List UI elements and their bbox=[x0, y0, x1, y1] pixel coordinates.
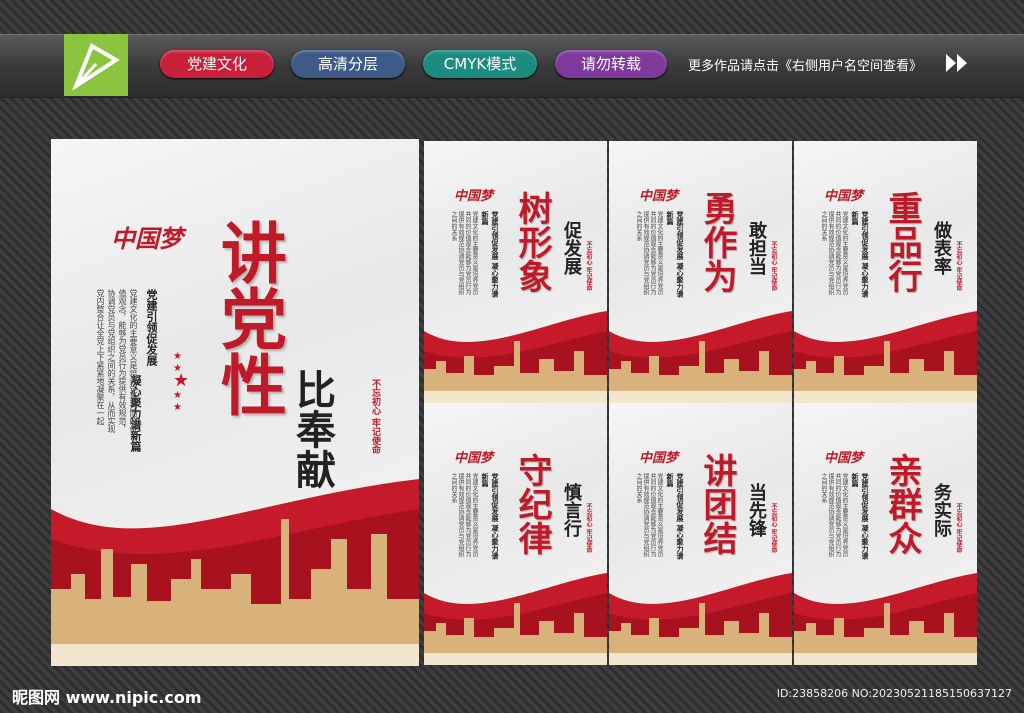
stamp-text: 不忘初心 牢记使命 bbox=[585, 241, 592, 292]
stamp-text: 不忘初心 牢记使命 bbox=[770, 241, 777, 292]
stamp-text: 不忘初心 牢记使命 bbox=[955, 241, 962, 292]
red-wave-skyline bbox=[424, 573, 607, 665]
stamp-text: 不忘初心 牢记使命 bbox=[370, 379, 380, 455]
red-wave-skyline bbox=[794, 311, 977, 403]
poster-title: 守纪律 bbox=[512, 453, 552, 555]
stamp-text: 不忘初心 牢记使命 bbox=[585, 503, 592, 554]
tag-cmyk[interactable]: CMYK模式 bbox=[423, 50, 537, 78]
stamp-text: 不忘初心 牢记使命 bbox=[955, 503, 962, 554]
logo bbox=[64, 34, 128, 96]
pen-icon bbox=[72, 43, 120, 90]
red-wave-skyline bbox=[609, 311, 792, 403]
double-arrow-icon[interactable] bbox=[944, 52, 970, 74]
poster-subtitle: 当先锋 bbox=[746, 483, 767, 537]
brand-mark: 中国梦 bbox=[111, 224, 183, 253]
body-paragraph: 党建文化的主要意义是培养党员共同的价值观念，能够为党员行为提供有效规范，协调党员… bbox=[96, 289, 138, 433]
poster-subtitle: 务实际 bbox=[931, 483, 952, 537]
brand-mark: 中国梦 bbox=[824, 189, 864, 204]
tag-dangjian[interactable]: 党建文化 bbox=[160, 50, 274, 78]
body-paragraph: 党建文化的主要意义是培养党员共同的价值观念能够为党员行为提供有效规范协调党员与党… bbox=[450, 473, 478, 557]
brand-mark: 中国梦 bbox=[824, 451, 864, 466]
brand-mark: 中国梦 bbox=[639, 451, 679, 466]
small-poster-5: 中国梦党建文化的主要意义是培养党员共同的价值观念能够为党员行为提供有效规范协调党… bbox=[609, 403, 792, 665]
poster-title: 讲团结 bbox=[697, 453, 737, 555]
poster-title: 重品行 bbox=[882, 191, 922, 293]
small-poster-4: 中国梦党建文化的主要意义是培养党员共同的价值观念能够为党员行为提供有效规范协调党… bbox=[424, 403, 607, 665]
small-poster-3: 中国梦党建文化的主要意义是培养党员共同的价值观念能够为党员行为提供有效规范协调党… bbox=[794, 141, 977, 403]
brand-mark: 中国梦 bbox=[639, 189, 679, 204]
poster-title: 亲群众 bbox=[882, 453, 922, 555]
poster-subtitle-small: 党建引领促发展 凝心聚力谱新篇 bbox=[851, 211, 870, 298]
body-paragraph: 党建文化的主要意义是培养党员共同的价值观念能够为党员行为提供有效规范协调党员与党… bbox=[635, 211, 663, 295]
poster-subtitle-small: 党建引领促发展 凝心聚力谱新篇 bbox=[666, 473, 685, 560]
small-poster-6: 中国梦党建文化的主要意义是培养党员共同的价值观念能够为党员行为提供有效规范协调党… bbox=[794, 403, 977, 665]
poster-title: 勇作为 bbox=[697, 191, 737, 293]
poster-title: 树形象 bbox=[512, 191, 552, 293]
brand-mark: 中国梦 bbox=[454, 189, 494, 204]
poster-subtitle: 敢担当 bbox=[746, 221, 767, 275]
tag-no-repost[interactable]: 请勿转载 bbox=[555, 50, 667, 78]
body-paragraph: 党建文化的主要意义是培养党员共同的价值观念能够为党员行为提供有效规范协调党员与党… bbox=[820, 211, 848, 295]
poster-subtitle: 慎言行 bbox=[561, 483, 582, 537]
body-paragraph: 党建文化的主要意义是培养党员共同的价值观念能够为党员行为提供有效规范协调党员与党… bbox=[450, 211, 478, 295]
poster-subtitle-small: 党建引领促发展 凝心聚力谱新篇 bbox=[851, 473, 870, 560]
poster-subtitle: 做表率 bbox=[931, 221, 952, 275]
red-wave-skyline bbox=[609, 573, 792, 665]
star-icons: ★ ★ ★ ★ ★ bbox=[173, 351, 190, 413]
more-works-link[interactable]: 更多作品请点击《右侧用户名空间查看》 bbox=[688, 55, 922, 74]
main-subtitle: 比奉献 bbox=[289, 369, 336, 489]
body-paragraph: 党建文化的主要意义是培养党员共同的价值观念能够为党员行为提供有效规范协调党员与党… bbox=[635, 473, 663, 557]
red-wave-skyline bbox=[51, 479, 419, 666]
subtitle-left: 党建引领促发展 bbox=[145, 289, 158, 366]
body-paragraph: 党建文化的主要意义是培养党员共同的价值观念能够为党员行为提供有效规范协调党员与党… bbox=[820, 473, 848, 557]
stamp-text: 不忘初心 牢记使命 bbox=[770, 503, 777, 554]
poster-subtitle-small: 党建引领促发展 凝心聚力谱新篇 bbox=[666, 211, 685, 298]
red-wave-skyline bbox=[794, 573, 977, 665]
poster-subtitle-small: 党建引领促发展 凝心聚力谱新篇 bbox=[481, 473, 500, 560]
small-poster-1: 中国梦党建文化的主要意义是培养党员共同的价值观念能够为党员行为提供有效规范协调党… bbox=[424, 141, 607, 403]
image-id: ID:23858206 NO:20230521185150637127 bbox=[776, 687, 1012, 700]
small-poster-2: 中国梦党建文化的主要意义是培养党员共同的价值观念能够为党员行为提供有效规范协调党… bbox=[609, 141, 792, 403]
poster-subtitle-small: 党建引领促发展 凝心聚力谱新篇 bbox=[481, 211, 500, 298]
main-poster: 中国梦 党建引领促发展 凝心聚力谱新篇 党建文化的主要意义是培养党员共同的价值观… bbox=[51, 139, 419, 666]
tag-hd-layers[interactable]: 高清分层 bbox=[291, 50, 405, 78]
brand-mark: 中国梦 bbox=[454, 451, 494, 466]
poster-subtitle: 促发展 bbox=[561, 221, 582, 275]
site-watermark[interactable]: 昵图网 www.nipic.com bbox=[12, 684, 202, 708]
red-wave-skyline bbox=[424, 311, 607, 403]
